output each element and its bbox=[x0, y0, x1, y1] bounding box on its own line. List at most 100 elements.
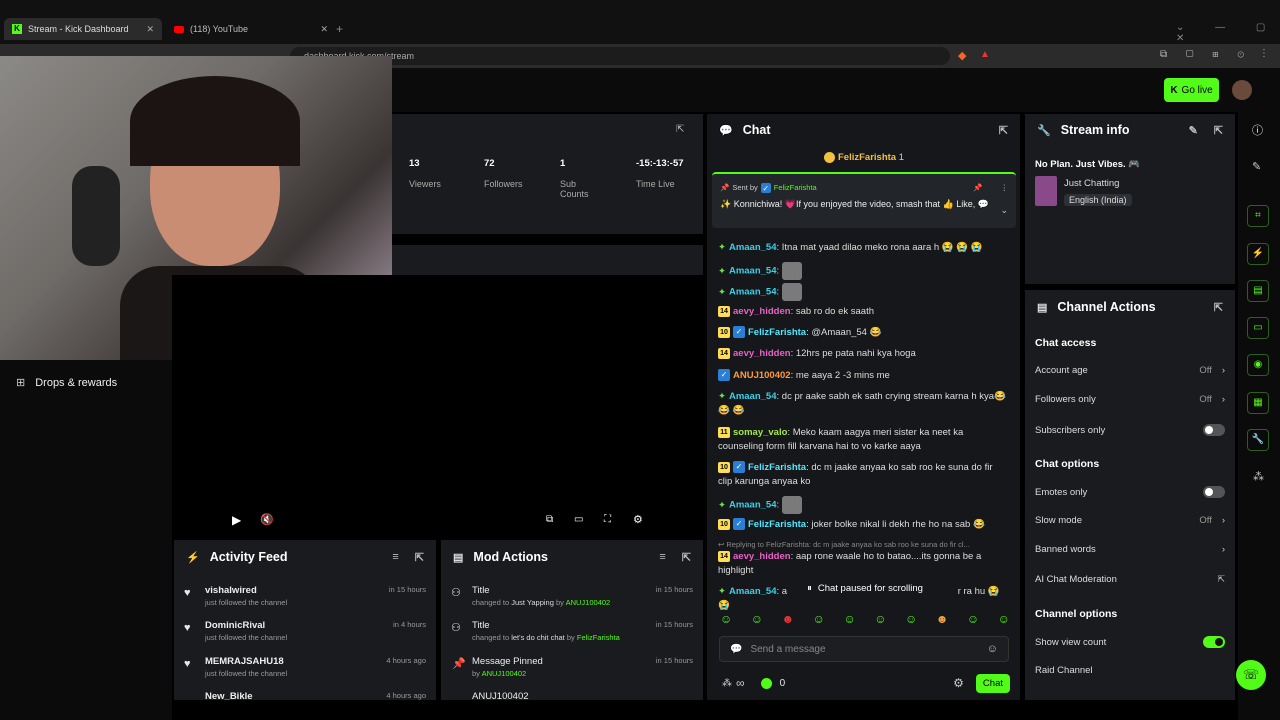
emote-icon[interactable]: ☺ bbox=[905, 612, 917, 630]
scan-icon[interactable]: ⌗ bbox=[1247, 205, 1269, 227]
cat-emote-icon bbox=[781, 262, 802, 280]
emote-icon[interactable]: ☺ bbox=[751, 612, 763, 630]
emote-icon[interactable]: ☺ bbox=[720, 612, 732, 630]
infinity-icon: ∞ bbox=[736, 676, 745, 690]
chat-username[interactable]: ANUJ100402 bbox=[733, 370, 791, 381]
new-tab-icon[interactable]: + bbox=[336, 22, 343, 36]
setting-raid-channel[interactable]: Raid Channel bbox=[1035, 665, 1225, 676]
pip-icon[interactable]: ⧉ bbox=[546, 514, 553, 525]
grid-icon[interactable]: ▦ bbox=[1247, 392, 1269, 414]
filter-icon[interactable]: ≡ bbox=[392, 551, 398, 564]
setting-banned-words[interactable]: Banned words › bbox=[1035, 544, 1225, 555]
pinned-user[interactable]: FelizFarishta bbox=[774, 181, 817, 194]
sidebar-item-drops[interactable]: ⊞ Drops & rewards bbox=[16, 376, 117, 390]
chat-username[interactable]: aevy_hidden bbox=[733, 306, 791, 317]
emote-icon[interactable]: ☺ bbox=[843, 612, 855, 630]
fullscreen-icon[interactable]: ⛶ bbox=[604, 514, 611, 525]
chat-username[interactable]: somay_valo bbox=[733, 427, 787, 438]
emote-icon[interactable]: ☺ bbox=[998, 612, 1010, 630]
close-icon[interactable]: ✕ bbox=[320, 24, 328, 35]
subscribers-only-toggle[interactable] bbox=[1203, 424, 1225, 436]
chat-username[interactable]: FelizFarishta bbox=[748, 519, 806, 530]
stream-title: No Plan. Just Vibes. 🎮 bbox=[1035, 159, 1141, 170]
show-view-count-toggle[interactable] bbox=[1203, 636, 1225, 648]
chat-username[interactable]: aevy_hidden bbox=[733, 551, 791, 562]
pencil-icon[interactable]: ✎ bbox=[1252, 160, 1261, 173]
chat-username[interactable]: Amaan_54 bbox=[729, 287, 777, 298]
chat-username[interactable]: Amaan_54 bbox=[729, 500, 777, 511]
window-controls[interactable]: ⌄ — ▢ ✕ bbox=[1176, 22, 1280, 44]
emoji-icon[interactable]: ☺ bbox=[987, 643, 998, 655]
chat-username[interactable]: Amaan_54 bbox=[729, 391, 777, 402]
pinned-message[interactable]: 📌 Sent by ✓ FelizFarishta 📌 ⋮ ✨ Konnichi… bbox=[712, 172, 1016, 228]
tab-youtube[interactable]: (118) YouTube ✕ bbox=[166, 18, 336, 40]
brave-shield-icon[interactable]: ◆ bbox=[958, 49, 966, 62]
go-live-button[interactable]: K Go live bbox=[1164, 78, 1219, 102]
popout-icon[interactable]: ⇱ bbox=[415, 551, 424, 564]
mod-user[interactable]: ANUJ100402 bbox=[566, 598, 611, 607]
theater-icon[interactable]: ▭ bbox=[574, 514, 583, 525]
document-icon[interactable]: ▤ bbox=[1247, 280, 1269, 302]
setting-show-view-count: Show view count bbox=[1035, 636, 1225, 648]
chat-input-box[interactable]: 💬 Send a message ☺ bbox=[719, 636, 1009, 662]
chat-username[interactable]: aevy_hidden bbox=[733, 348, 791, 359]
unpin-icon[interactable]: 📌 bbox=[973, 181, 982, 194]
broadcast-icon[interactable]: ◉ bbox=[1247, 354, 1269, 376]
mod-user[interactable]: ANUJ100402 bbox=[482, 669, 527, 678]
popout-icon[interactable]: ⇱ bbox=[999, 124, 1008, 137]
chat-input[interactable]: Send a message bbox=[750, 644, 825, 655]
emote-icon[interactable]: ☻ bbox=[936, 612, 949, 630]
emote-icon[interactable]: ☺ bbox=[967, 612, 979, 630]
chat-icon[interactable]: ▭ bbox=[1247, 317, 1269, 339]
list-item: ♥ vishalwired just followed the channel … bbox=[184, 585, 426, 607]
extensions-icon[interactable]: ⧉ ▢ ⊞ ⊙ ⋮ bbox=[1160, 49, 1273, 60]
users-icon[interactable]: ⁂ bbox=[1253, 470, 1264, 483]
mute-icon[interactable]: 🔇 bbox=[260, 513, 274, 526]
chat-username[interactable]: Amaan_54 bbox=[729, 266, 777, 277]
list-item: ⚇ Title changed to let's do chit chat by… bbox=[451, 620, 693, 642]
chat-message: 14 aevy_hidden: aap rone waale ho to bata… bbox=[718, 550, 982, 576]
top-gifter[interactable]: FelizFarishta 1 bbox=[824, 152, 904, 163]
lightning-icon[interactable]: ⚡ bbox=[1247, 243, 1269, 265]
filter-icon[interactable]: ≡ bbox=[659, 551, 665, 564]
brave-rewards-icon[interactable]: ▲ bbox=[980, 49, 990, 60]
play-icon[interactable]: ▶ bbox=[232, 513, 241, 527]
chevron-down-icon[interactable]: ⌄ bbox=[1000, 204, 1008, 217]
popout-icon[interactable]: ⇱ bbox=[682, 551, 691, 564]
setting-slow-mode[interactable]: Slow mode Off › bbox=[1035, 515, 1225, 526]
setting-account-age[interactable]: Account age Off › bbox=[1035, 365, 1225, 376]
emote-icon[interactable]: ☻ bbox=[782, 612, 795, 630]
avatar[interactable] bbox=[1232, 80, 1252, 100]
emote-icon[interactable]: ☺ bbox=[813, 612, 825, 630]
chat-text: @Amaan_54 😂 bbox=[811, 327, 882, 338]
info-icon[interactable]: ⓘ bbox=[1252, 122, 1263, 138]
category-name[interactable]: Just Chatting bbox=[1064, 178, 1119, 189]
chat-username[interactable]: Amaan_54 bbox=[729, 586, 777, 597]
activity-feed-panel: ⚡ Activity Feed ≡ ⇱ ♥ vishalwired just fo… bbox=[174, 540, 436, 700]
setting-ai-moderation[interactable]: AI Chat Moderation ⇱ bbox=[1035, 574, 1225, 585]
chat-paused-banner[interactable]: ⏸ Chat paused for scrolling bbox=[790, 578, 940, 598]
video-player[interactable]: ▶ 🔇 ⧉ ▭ ⛶ ⚙ bbox=[172, 275, 703, 535]
popout-icon[interactable]: ⇱ bbox=[1214, 301, 1223, 314]
mod-time: in 15 hours bbox=[655, 656, 693, 665]
edit-icon[interactable]: ✎ bbox=[1189, 124, 1198, 137]
support-button[interactable]: ☏ bbox=[1236, 660, 1266, 690]
emotes-only-toggle[interactable] bbox=[1203, 486, 1225, 498]
mod-user[interactable]: FelizFarishta bbox=[577, 633, 620, 642]
settings-icon[interactable]: ⚙ bbox=[633, 513, 643, 526]
more-icon[interactable]: ⋮ bbox=[1001, 181, 1009, 194]
chat-username[interactable]: FelizFarishta bbox=[748, 462, 806, 473]
emote-icon[interactable]: ☺ bbox=[874, 612, 886, 630]
chat-username[interactable]: FelizFarishta bbox=[748, 327, 806, 338]
setting-followers-only[interactable]: Followers only Off › bbox=[1035, 394, 1225, 405]
mod-by: by bbox=[566, 633, 575, 642]
tab-kick-dashboard[interactable]: K Stream - Kick Dashboard ✕ bbox=[4, 18, 162, 40]
chat-send-button[interactable]: Chat bbox=[975, 673, 1010, 693]
popout-icon[interactable]: ⇱ bbox=[676, 124, 684, 135]
users-icon[interactable]: ⁂ bbox=[722, 678, 732, 689]
close-icon[interactable]: ✕ bbox=[146, 24, 154, 35]
popout-icon[interactable]: ⇱ bbox=[1214, 124, 1223, 137]
chat-username[interactable]: Amaan_54 bbox=[729, 242, 777, 253]
settings-icon[interactable]: ⚙ bbox=[953, 676, 964, 690]
wrench-icon[interactable]: 🔧 bbox=[1247, 429, 1269, 451]
